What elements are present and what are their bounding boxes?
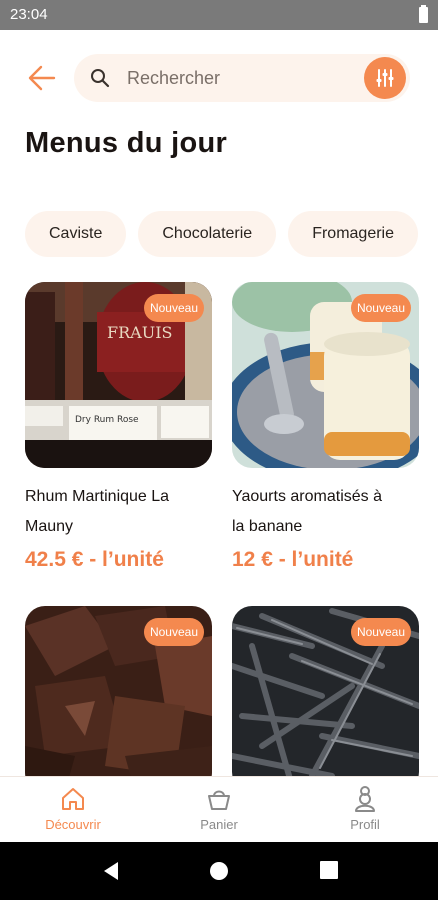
category-chips: Caviste Chocolaterie Fromagerie <box>25 211 438 257</box>
search-input[interactable]: Rechercher <box>127 68 220 89</box>
home-circle-icon[interactable] <box>209 861 229 881</box>
svg-text:Dry Rum Rose: Dry Rum Rose <box>75 415 139 425</box>
new-badge: Nouveau <box>143 618 204 646</box>
new-badge: Nouveau <box>143 294 204 322</box>
product-card[interactable]: Nouveau <box>25 606 212 792</box>
system-navigation-bar <box>0 842 438 900</box>
nav-profile-label: Profil <box>350 817 380 832</box>
new-badge: Nouveau <box>350 618 411 646</box>
back-button[interactable] <box>26 60 58 96</box>
page-title: Menus du jour <box>25 127 228 159</box>
filter-button[interactable] <box>364 57 406 99</box>
nav-cart-label: Panier <box>200 817 238 832</box>
nav-profile[interactable]: Profil <box>315 785 415 832</box>
chef-profile-icon <box>355 786 375 812</box>
chip-fromagerie[interactable]: Fromagerie <box>288 211 418 257</box>
sliders-icon <box>376 69 394 87</box>
status-bar: 23:04 <box>0 0 438 30</box>
arrow-left-icon <box>28 65 56 91</box>
product-card[interactable]: FRAUIS Dry Rum Rose Nouveau Rhum Martini… <box>25 282 212 572</box>
nav-discover-label: Découvrir <box>45 817 101 832</box>
product-title: Yaourts aromatisés à la banane <box>232 482 419 542</box>
product-title: Rhum Martinique La Mauny <box>25 482 212 542</box>
nav-discover[interactable]: Découvrir <box>23 785 123 832</box>
svg-text:FRAUIS: FRAUIS <box>107 323 172 342</box>
product-price: 42.5 € - l’unité <box>25 548 164 571</box>
recents-square-icon[interactable] <box>320 861 338 879</box>
new-badge: Nouveau <box>350 294 411 322</box>
product-image[interactable]: FRAUIS Dry Rum Rose Nouveau <box>25 282 212 468</box>
status-time: 23:04 <box>10 6 48 23</box>
product-title-line: la banane <box>232 518 303 535</box>
product-image[interactable]: Nouveau <box>25 606 212 792</box>
product-image[interactable]: Nouveau <box>232 606 419 792</box>
product-card[interactable]: Nouveau <box>232 606 419 792</box>
product-title-line: Mauny <box>25 518 74 535</box>
product-image[interactable]: Nouveau <box>232 282 419 468</box>
product-price: 12 € - l’unité <box>232 548 354 571</box>
back-triangle-icon[interactable] <box>102 861 120 881</box>
basket-icon <box>208 790 230 810</box>
product-title-line: Yaourts aromatisés à <box>232 488 382 505</box>
product-card[interactable]: Nouveau Yaourts aromatisés à la banane 1… <box>232 282 419 572</box>
chip-caviste[interactable]: Caviste <box>25 211 127 257</box>
nav-cart[interactable]: Panier <box>169 785 269 832</box>
home-icon <box>62 788 84 810</box>
product-title-line: Rhum Martinique La <box>25 488 170 505</box>
search-bar[interactable]: Rechercher <box>74 54 410 102</box>
chip-chocolaterie[interactable]: Chocolaterie <box>138 211 277 257</box>
battery-icon <box>419 5 428 23</box>
search-icon <box>91 69 110 88</box>
bottom-navigation: Découvrir Panier Profil <box>0 776 438 842</box>
